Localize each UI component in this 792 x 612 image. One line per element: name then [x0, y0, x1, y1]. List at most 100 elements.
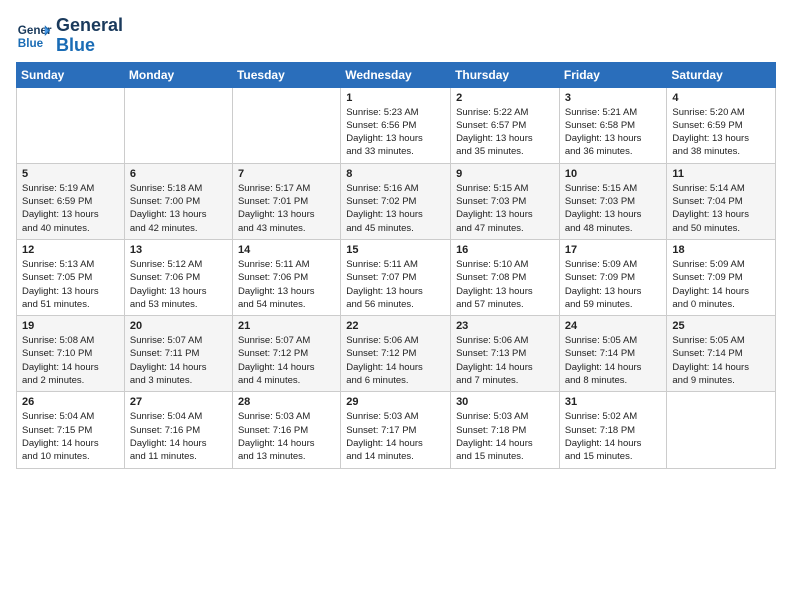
day-number: 5: [22, 168, 119, 180]
calendar-cell: 1Sunrise: 5:23 AM Sunset: 6:56 PM Daylig…: [341, 87, 451, 163]
calendar-week-3: 12 Sunrise: 5:13 AM Sunset: 7:05 PM Dayli…: [17, 239, 776, 315]
day-number: 31: [565, 396, 662, 408]
day-number: 11: [672, 168, 770, 180]
day-info: Sunrise: 5:16 AM Sunset: 7:02 PM Dayligh…: [346, 182, 445, 235]
calendar-cell: 24 Sunrise: 5:05 AM Sunset: 7:14 PM Dayli…: [559, 316, 667, 392]
svg-text:Blue: Blue: [18, 37, 44, 50]
logo-icon: General Blue: [16, 18, 52, 54]
calendar-cell: 17 Sunrise: 5:09 AM Sunset: 7:09 PM Dayli…: [559, 239, 667, 315]
calendar-cell: [667, 392, 776, 468]
calendar-cell: 18 Sunrise: 5:09 AM Sunset: 7:09 PM Dayli…: [667, 239, 776, 315]
day-info: Sunrise: 5:23 AM Sunset: 6:56 PM Dayligh…: [346, 106, 445, 159]
day-number: 26: [22, 396, 119, 408]
day-info: Sunrise: 5:03 AM Sunset: 7:17 PM Dayligh…: [346, 410, 445, 463]
column-header-tuesday: Tuesday: [232, 62, 340, 87]
calendar-cell: 9 Sunrise: 5:15 AM Sunset: 7:03 PM Daylig…: [451, 163, 560, 239]
day-info: Sunrise: 5:06 AM Sunset: 7:13 PM Dayligh…: [456, 334, 554, 387]
day-info: Sunrise: 5:19 AM Sunset: 6:59 PM Dayligh…: [22, 182, 119, 235]
day-info: Sunrise: 5:08 AM Sunset: 7:10 PM Dayligh…: [22, 334, 119, 387]
day-info: Sunrise: 5:21 AM Sunset: 6:58 PM Dayligh…: [565, 106, 662, 159]
day-info: Sunrise: 5:05 AM Sunset: 7:14 PM Dayligh…: [565, 334, 662, 387]
calendar-table: SundayMondayTuesdayWednesdayThursdayFrid…: [16, 62, 776, 469]
calendar-cell: 28 Sunrise: 5:03 AM Sunset: 7:16 PM Dayli…: [232, 392, 340, 468]
calendar-week-2: 5 Sunrise: 5:19 AM Sunset: 6:59 PM Daylig…: [17, 163, 776, 239]
day-number: 28: [238, 396, 335, 408]
calendar-cell: 29Sunrise: 5:03 AM Sunset: 7:17 PM Dayli…: [341, 392, 451, 468]
day-info: Sunrise: 5:04 AM Sunset: 7:15 PM Dayligh…: [22, 410, 119, 463]
day-number: 14: [238, 244, 335, 256]
day-info: Sunrise: 5:14 AM Sunset: 7:04 PM Dayligh…: [672, 182, 770, 235]
page-header: General Blue General Blue: [16, 16, 776, 56]
calendar-cell: 13 Sunrise: 5:12 AM Sunset: 7:06 PM Dayli…: [124, 239, 232, 315]
day-number: 18: [672, 244, 770, 256]
day-number: 6: [130, 168, 227, 180]
calendar-cell: [124, 87, 232, 163]
day-number: 27: [130, 396, 227, 408]
day-number: 15: [346, 244, 445, 256]
column-header-monday: Monday: [124, 62, 232, 87]
calendar-cell: 19 Sunrise: 5:08 AM Sunset: 7:10 PM Dayli…: [17, 316, 125, 392]
day-number: 12: [22, 244, 119, 256]
day-info: Sunrise: 5:15 AM Sunset: 7:03 PM Dayligh…: [456, 182, 554, 235]
day-info: Sunrise: 5:18 AM Sunset: 7:00 PM Dayligh…: [130, 182, 227, 235]
calendar-cell: 12 Sunrise: 5:13 AM Sunset: 7:05 PM Dayli…: [17, 239, 125, 315]
column-header-thursday: Thursday: [451, 62, 560, 87]
day-number: 25: [672, 320, 770, 332]
calendar-cell: 23 Sunrise: 5:06 AM Sunset: 7:13 PM Dayli…: [451, 316, 560, 392]
day-number: 2: [456, 92, 554, 104]
day-info: Sunrise: 5:09 AM Sunset: 7:09 PM Dayligh…: [565, 258, 662, 311]
calendar-cell: 11 Sunrise: 5:14 AM Sunset: 7:04 PM Dayli…: [667, 163, 776, 239]
day-info: Sunrise: 5:07 AM Sunset: 7:12 PM Dayligh…: [238, 334, 335, 387]
calendar-cell: 26 Sunrise: 5:04 AM Sunset: 7:15 PM Dayli…: [17, 392, 125, 468]
day-number: 16: [456, 244, 554, 256]
calendar-cell: 16 Sunrise: 5:10 AM Sunset: 7:08 PM Dayli…: [451, 239, 560, 315]
calendar-cell: 22 Sunrise: 5:06 AM Sunset: 7:12 PM Dayli…: [341, 316, 451, 392]
column-header-sunday: Sunday: [17, 62, 125, 87]
day-number: 3: [565, 92, 662, 104]
day-info: Sunrise: 5:12 AM Sunset: 7:06 PM Dayligh…: [130, 258, 227, 311]
logo: General Blue General Blue: [16, 16, 123, 56]
day-info: Sunrise: 5:15 AM Sunset: 7:03 PM Dayligh…: [565, 182, 662, 235]
day-number: 19: [22, 320, 119, 332]
calendar-cell: 4 Sunrise: 5:20 AM Sunset: 6:59 PM Daylig…: [667, 87, 776, 163]
column-header-wednesday: Wednesday: [341, 62, 451, 87]
day-info: Sunrise: 5:13 AM Sunset: 7:05 PM Dayligh…: [22, 258, 119, 311]
day-info: Sunrise: 5:03 AM Sunset: 7:16 PM Dayligh…: [238, 410, 335, 463]
day-info: Sunrise: 5:11 AM Sunset: 7:07 PM Dayligh…: [346, 258, 445, 311]
day-info: Sunrise: 5:02 AM Sunset: 7:18 PM Dayligh…: [565, 410, 662, 463]
calendar-cell: 3 Sunrise: 5:21 AM Sunset: 6:58 PM Daylig…: [559, 87, 667, 163]
day-number: 21: [238, 320, 335, 332]
calendar-cell: 5 Sunrise: 5:19 AM Sunset: 6:59 PM Daylig…: [17, 163, 125, 239]
day-info: Sunrise: 5:20 AM Sunset: 6:59 PM Dayligh…: [672, 106, 770, 159]
calendar-cell: 25 Sunrise: 5:05 AM Sunset: 7:14 PM Dayli…: [667, 316, 776, 392]
day-number: 10: [565, 168, 662, 180]
calendar-cell: [232, 87, 340, 163]
day-number: 22: [346, 320, 445, 332]
day-number: 4: [672, 92, 770, 104]
day-number: 23: [456, 320, 554, 332]
logo-text: General Blue: [56, 16, 123, 56]
calendar-cell: 30 Sunrise: 5:03 AM Sunset: 7:18 PM Dayli…: [451, 392, 560, 468]
day-info: Sunrise: 5:09 AM Sunset: 7:09 PM Dayligh…: [672, 258, 770, 311]
calendar-cell: 2Sunrise: 5:22 AM Sunset: 6:57 PM Daylig…: [451, 87, 560, 163]
day-number: 24: [565, 320, 662, 332]
calendar-week-1: 1Sunrise: 5:23 AM Sunset: 6:56 PM Daylig…: [17, 87, 776, 163]
day-info: Sunrise: 5:17 AM Sunset: 7:01 PM Dayligh…: [238, 182, 335, 235]
day-number: 17: [565, 244, 662, 256]
day-number: 30: [456, 396, 554, 408]
calendar-cell: 6 Sunrise: 5:18 AM Sunset: 7:00 PM Daylig…: [124, 163, 232, 239]
calendar-header-row: SundayMondayTuesdayWednesdayThursdayFrid…: [17, 62, 776, 87]
day-number: 13: [130, 244, 227, 256]
calendar-cell: 7Sunrise: 5:17 AM Sunset: 7:01 PM Daylig…: [232, 163, 340, 239]
calendar-cell: 31 Sunrise: 5:02 AM Sunset: 7:18 PM Dayli…: [559, 392, 667, 468]
day-info: Sunrise: 5:03 AM Sunset: 7:18 PM Dayligh…: [456, 410, 554, 463]
day-info: Sunrise: 5:06 AM Sunset: 7:12 PM Dayligh…: [346, 334, 445, 387]
day-info: Sunrise: 5:05 AM Sunset: 7:14 PM Dayligh…: [672, 334, 770, 387]
calendar-cell: 27Sunrise: 5:04 AM Sunset: 7:16 PM Dayli…: [124, 392, 232, 468]
calendar-cell: 10 Sunrise: 5:15 AM Sunset: 7:03 PM Dayli…: [559, 163, 667, 239]
day-info: Sunrise: 5:10 AM Sunset: 7:08 PM Dayligh…: [456, 258, 554, 311]
calendar-cell: 20Sunrise: 5:07 AM Sunset: 7:11 PM Dayli…: [124, 316, 232, 392]
day-number: 9: [456, 168, 554, 180]
calendar-cell: 8Sunrise: 5:16 AM Sunset: 7:02 PM Daylig…: [341, 163, 451, 239]
calendar-cell: 21 Sunrise: 5:07 AM Sunset: 7:12 PM Dayli…: [232, 316, 340, 392]
